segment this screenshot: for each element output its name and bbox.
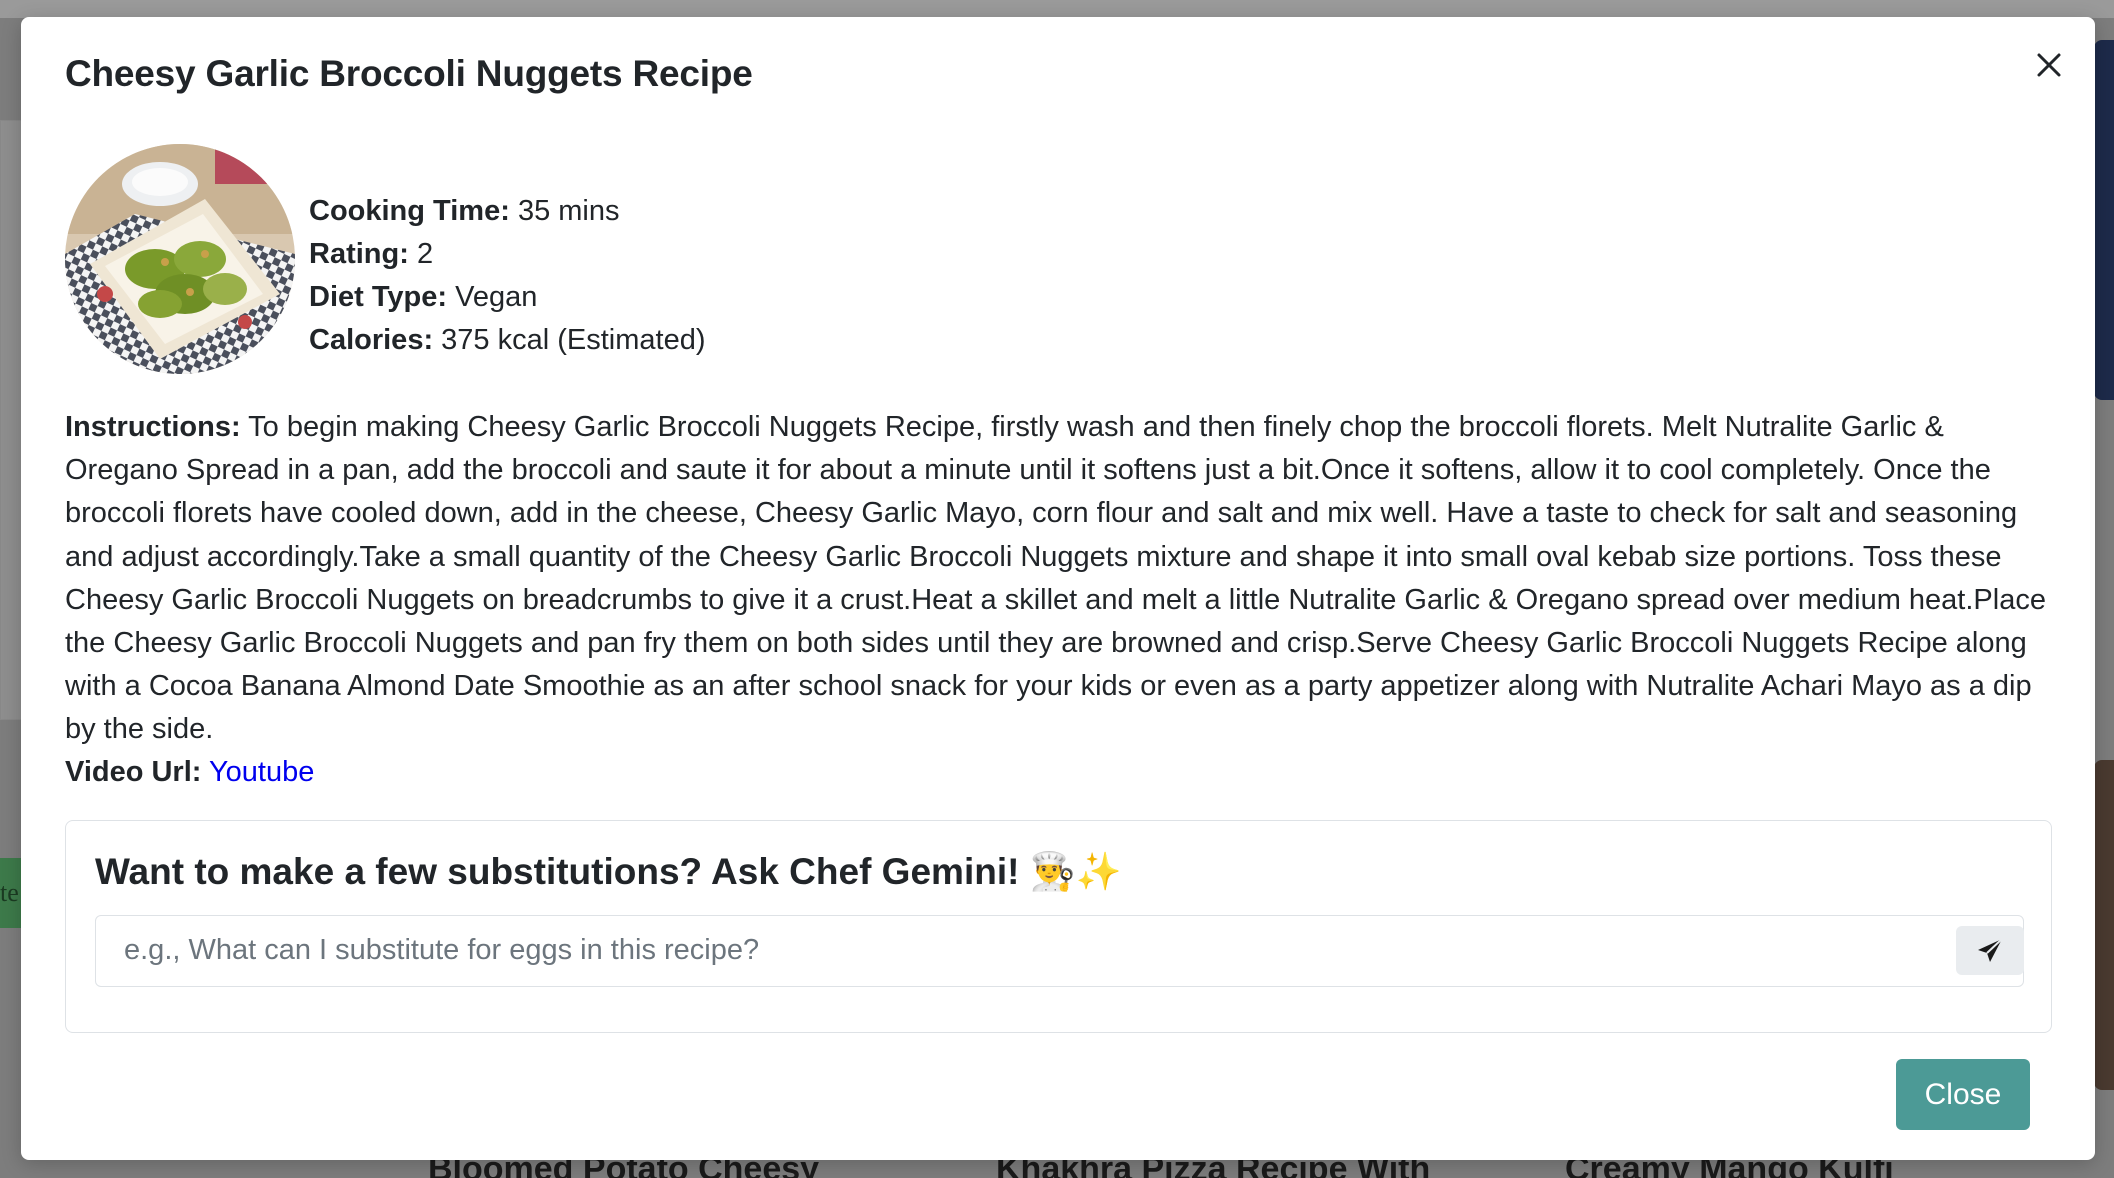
background-sidebar xyxy=(0,120,22,720)
diet-type: Diet Type: Vegan xyxy=(309,276,706,319)
background-header xyxy=(0,0,2114,18)
ask-chef-title: Want to make a few substitutions? Ask Ch… xyxy=(95,851,1122,892)
calories-value: 375 kcal (Estimated) xyxy=(441,324,706,356)
calories-label: Calories: xyxy=(309,324,434,356)
instructions: Instructions: To begin making Cheesy Gar… xyxy=(65,406,2055,752)
ask-input-group xyxy=(95,915,2024,987)
close-button[interactable]: Close xyxy=(1896,1059,2030,1130)
rating: Rating: 2 xyxy=(309,233,706,276)
recipe-image xyxy=(65,144,295,374)
recipe-meta: Cooking Time: 35 mins Rating: 2 Diet Typ… xyxy=(309,190,706,362)
instructions-label: Instructions: xyxy=(65,411,241,443)
rating-label: Rating: xyxy=(309,238,409,270)
cooking-time-label: Cooking Time: xyxy=(309,195,510,227)
instructions-text: To begin making Cheesy Garlic Broccoli N… xyxy=(65,411,2046,746)
background-button: te xyxy=(0,858,22,928)
modal-title: Cheesy Garlic Broccoli Nuggets Recipe xyxy=(65,53,753,94)
video-url-label: Video Url: xyxy=(65,756,202,788)
background-card-image xyxy=(2094,760,2114,1090)
video-url: Video Url: Youtube xyxy=(65,751,314,794)
send-button[interactable] xyxy=(1956,926,2024,975)
close-icon[interactable] xyxy=(2027,43,2071,87)
cooking-time-value: 35 mins xyxy=(517,195,620,227)
rating-value: 2 xyxy=(416,238,434,270)
background-card-image xyxy=(2094,40,2114,400)
diet-type-label: Diet Type: xyxy=(309,281,448,313)
cooking-time: Cooking Time: 35 mins xyxy=(309,190,706,233)
diet-type-value: Vegan xyxy=(455,281,538,313)
send-icon xyxy=(1978,937,2003,962)
calories: Calories: 375 kcal (Estimated) xyxy=(309,319,706,362)
youtube-link[interactable]: Youtube xyxy=(209,756,314,788)
substitution-input[interactable] xyxy=(96,916,1936,985)
ask-chef-card: Want to make a few substitutions? Ask Ch… xyxy=(65,820,2052,1033)
recipe-modal: Cheesy Garlic Broccoli Nuggets Recipe Co… xyxy=(21,17,2095,1160)
